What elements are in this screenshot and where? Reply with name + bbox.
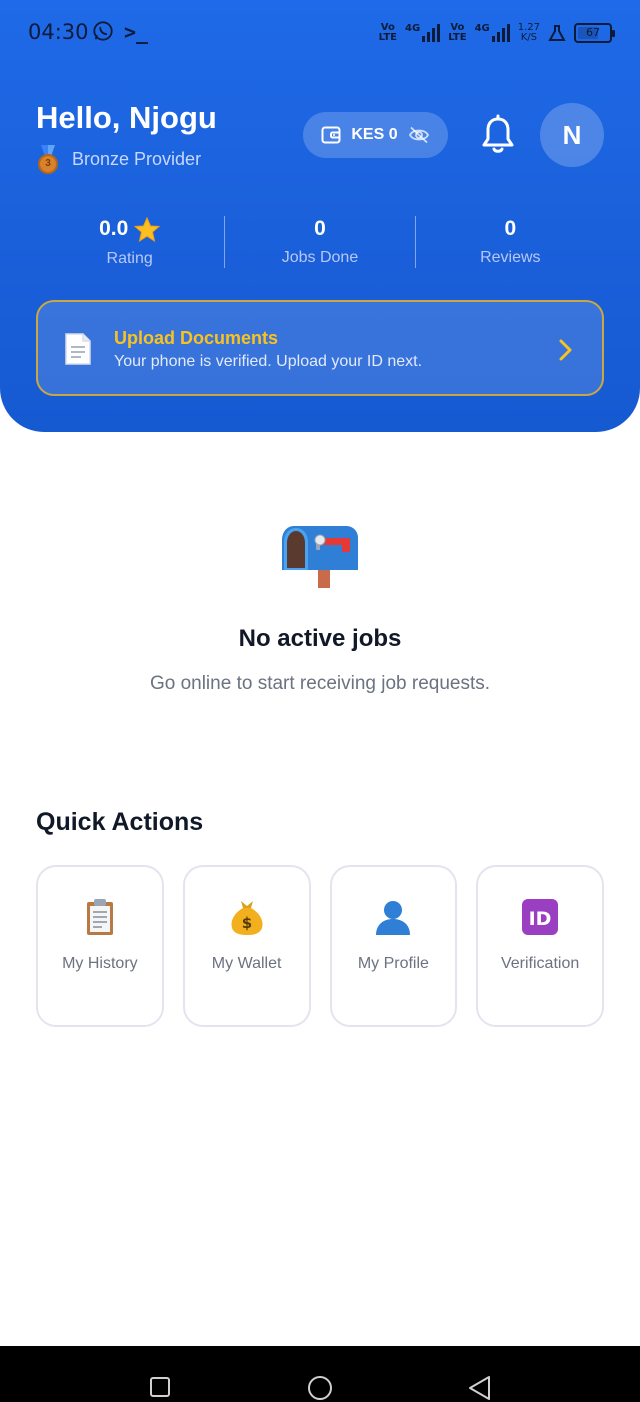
banner-title: Upload Documents (114, 328, 279, 348)
sim2-volte-icon: Vo LTE (448, 22, 467, 43)
empty-state-subtitle: Go online to start receiving job request… (149, 673, 491, 694)
upload-documents-banner[interactable]: Upload Documents Your phone is verified.… (36, 300, 604, 396)
sim1-volte-icon: Vo LTE (378, 22, 398, 43)
quick-action-label: My Wallet (211, 955, 282, 972)
quick-action-history[interactable]: My History (36, 865, 164, 1027)
reviews-value: 0 (504, 217, 517, 240)
home-button[interactable] (307, 1375, 333, 1401)
quick-actions-title: Quick Actions (36, 808, 204, 836)
jobs-done-label: Jobs Done (281, 249, 359, 266)
stat-jobs-done: 0 Jobs Done (225, 212, 414, 272)
svg-text:ID: ID (529, 908, 552, 930)
wallet-balance-button[interactable]: KES 0 (303, 112, 448, 158)
back-button[interactable] (467, 1375, 493, 1401)
document-icon (65, 333, 91, 365)
quick-action-label: My Profile (357, 955, 429, 972)
quick-action-label: My History (62, 955, 138, 972)
flask-icon (548, 25, 566, 41)
recent-apps-button[interactable] (149, 1376, 171, 1398)
sim1-signal-icon: 4G (405, 24, 441, 42)
terminal-icon: >_ (124, 20, 149, 44)
svg-text:$: $ (241, 914, 251, 932)
quick-action-label: Verification (500, 955, 580, 972)
banner-subtitle: Your phone is verified. Upload your ID n… (114, 353, 423, 370)
rating-label: Rating (106, 249, 153, 267)
tier-label: Bronze Provider (72, 148, 202, 169)
network-speed: 1.27 K/S (517, 22, 540, 43)
rating-value: 0.0 (99, 217, 129, 240)
status-bar: 04:30 >_ Vo LTE 4G Vo LTE 4G 1.27 K/S 67 (0, 0, 640, 64)
reviews-label: Reviews (480, 249, 541, 266)
quick-action-profile[interactable]: My Profile (329, 865, 458, 1027)
greeting-title: Hello, Njogu (36, 100, 217, 135)
jobs-done-value: 0 (314, 217, 326, 240)
clipboard-icon (86, 899, 113, 935)
bronze-medal-icon: 3 (36, 145, 60, 174)
quick-action-wallet[interactable]: $ My Wallet (182, 865, 311, 1027)
mailbox-icon (282, 526, 358, 588)
provider-tier: 3 Bronze Provider (36, 145, 202, 174)
stat-rating: 0.0 Rating (35, 212, 224, 272)
battery-icon: 67 (574, 23, 615, 43)
quick-actions-grid: My History $ My Wallet My Profile ID Ver… (36, 865, 604, 1027)
id-badge-icon: ID (522, 899, 559, 935)
header: 04:30 >_ Vo LTE 4G Vo LTE 4G 1.27 K/S 67… (0, 0, 640, 432)
person-icon (376, 901, 411, 935)
avatar[interactable]: N (540, 103, 604, 167)
stats-row: 0.0 Rating 0 Jobs Done 0 Reviews (35, 212, 605, 272)
money-bag-icon: $ (231, 901, 263, 935)
wallet-balance-label: KES 0 (351, 126, 398, 143)
sim2-signal-icon: 4G (475, 24, 510, 42)
chevron-right-icon (559, 339, 572, 361)
star-icon (134, 216, 161, 242)
status-indicators: Vo LTE 4G Vo LTE 4G 1.27 K/S 67 (378, 20, 615, 46)
notification-bell-icon[interactable] (478, 114, 518, 156)
wallet-icon (321, 126, 341, 144)
eye-off-icon[interactable] (408, 126, 430, 144)
stat-reviews: 0 Reviews (416, 212, 605, 272)
empty-state-title: No active jobs (238, 625, 402, 652)
system-nav-bar (0, 1346, 640, 1402)
quick-action-verification[interactable]: ID Verification (476, 865, 604, 1027)
status-time: 04:30 (28, 20, 89, 44)
whatsapp-icon (93, 21, 113, 41)
